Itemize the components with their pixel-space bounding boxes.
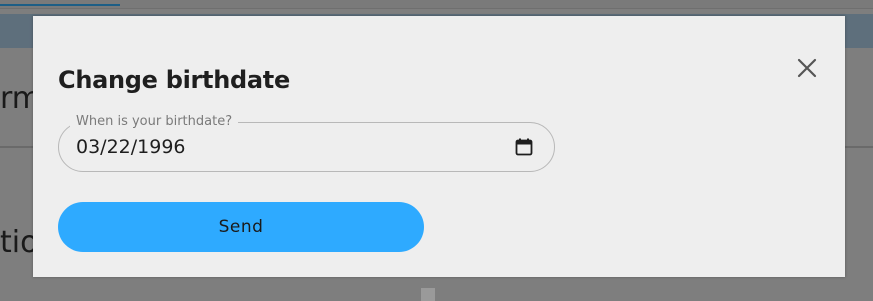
change-birthdate-dialog: Change birthdate When is your birthdate?… [33,16,845,277]
dialog-title: Change birthdate [58,66,290,94]
calendar-icon[interactable] [515,138,533,156]
background-top-bar [0,0,873,9]
birthdate-input-value[interactable]: 03/22/1996 [76,136,186,158]
background-tab-indicator [0,4,120,6]
background-handle [421,288,435,301]
birthdate-field-label: When is your birthdate? [70,114,239,130]
close-icon[interactable] [795,56,819,80]
send-button[interactable]: Send [58,202,424,252]
birthdate-field[interactable]: When is your birthdate? 03/22/1996 [58,114,555,172]
